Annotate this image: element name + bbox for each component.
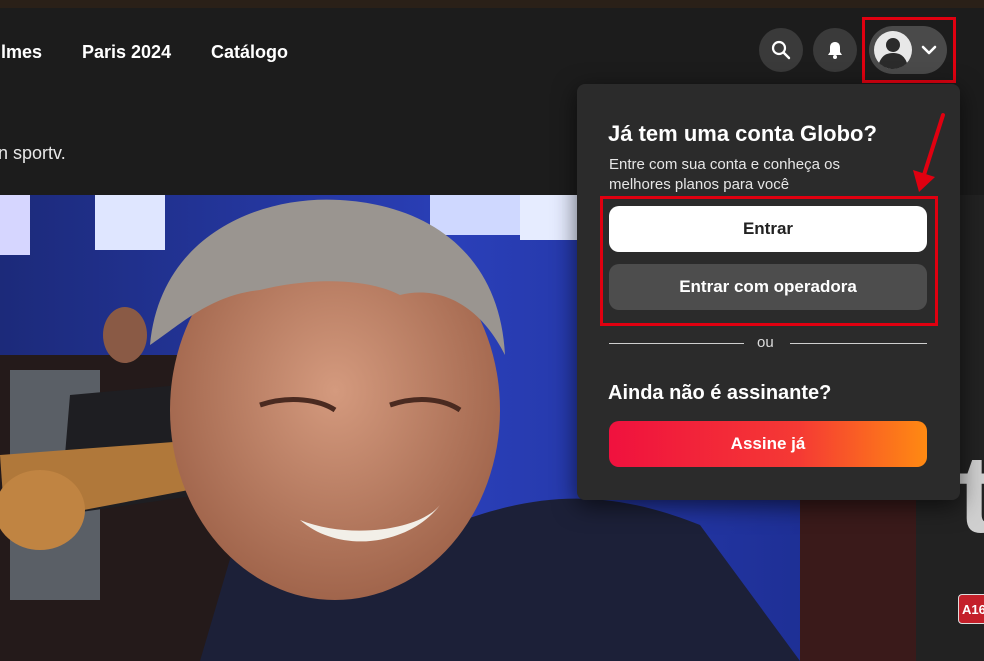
annotation-box-login xyxy=(600,196,938,326)
age-rating-badge: A16 xyxy=(958,594,984,624)
or-label: ou xyxy=(757,334,774,351)
bell-icon xyxy=(828,42,842,59)
nav-item-filmes[interactable]: ilmes xyxy=(0,42,42,63)
search-icon xyxy=(771,40,791,60)
search-button[interactable] xyxy=(759,28,803,72)
nav-item-paris-2024[interactable]: Paris 2024 xyxy=(82,42,171,63)
subscribe-button[interactable]: Assine já xyxy=(609,421,927,467)
nav-item-catalogo[interactable]: Catálogo xyxy=(211,42,288,63)
divider-left xyxy=(609,343,744,344)
notifications-button[interactable] xyxy=(813,28,857,72)
top-line xyxy=(0,0,984,8)
not-subscriber-heading: Ainda não é assinante? xyxy=(608,382,832,404)
dropdown-description: Entre com sua conta e conheça os melhore… xyxy=(609,156,840,193)
annotation-box-profile xyxy=(862,17,956,83)
annotation-arrow xyxy=(913,113,945,192)
divider-right xyxy=(790,343,927,344)
page-subtitle: n sportv. xyxy=(0,143,66,163)
dropdown-title: Já tem uma conta Globo? xyxy=(608,121,877,146)
side-logo-letter: t xyxy=(958,433,984,556)
